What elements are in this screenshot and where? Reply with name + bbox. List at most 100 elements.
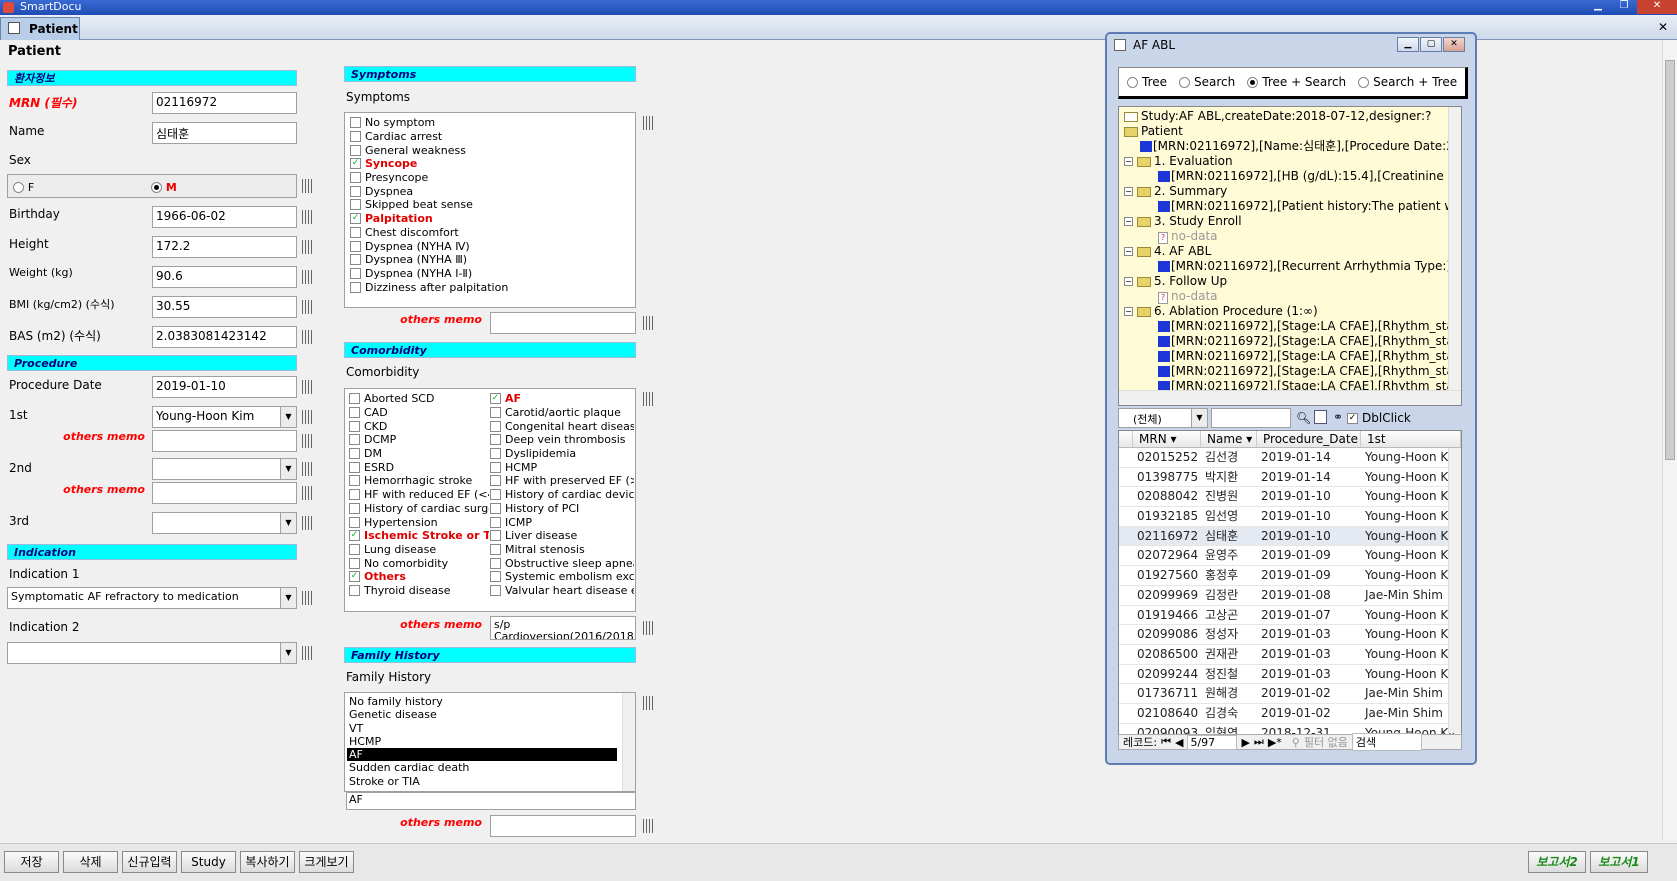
main-scrollbar[interactable] — [1662, 40, 1677, 840]
view-mode-radio[interactable] — [1179, 76, 1191, 88]
table-row[interactable]: 01932185 임선영 2019-01-10 Young-Hoon Kir — [1119, 507, 1461, 527]
family-history-listbox[interactable]: No family history Genetic disease VT HCMP AF… — [344, 692, 636, 792]
checkbox[interactable] — [490, 557, 501, 569]
checkbox-row[interactable]: Carotid/aortic plaque — [490, 406, 634, 420]
checkbox[interactable] — [490, 407, 501, 419]
af-maximize-button[interactable]: ▢ — [1420, 37, 1442, 52]
search-record-icon[interactable] — [1314, 410, 1327, 424]
checkbox[interactable] — [490, 502, 501, 514]
checkbox[interactable] — [350, 281, 361, 293]
view-mode-radio[interactable] — [1127, 76, 1138, 88]
checkbox-row[interactable]: Dyspnea — [350, 184, 630, 198]
family-history-scrollbar[interactable] — [622, 693, 635, 791]
checkbox[interactable] — [490, 530, 501, 542]
mrn-field[interactable]: 02116972 — [152, 92, 297, 114]
tree-node[interactable]: [MRN:02116972],[Recurrent Arrhythmia Typ… — [1122, 259, 1448, 274]
binoculars-icon[interactable]: ⚭ — [1333, 410, 1343, 424]
checkbox[interactable] — [490, 475, 501, 487]
row-selector[interactable] — [1119, 665, 1133, 684]
sex-grip-icon[interactable] — [302, 179, 314, 193]
checkbox-row[interactable]: CKD — [349, 419, 489, 433]
checkbox-row[interactable]: CAD — [349, 406, 489, 420]
row-selector[interactable] — [1119, 546, 1133, 565]
view-mode-option[interactable]: Tree — [1127, 75, 1167, 89]
checkbox-row[interactable]: ✓ Ischemic Stroke or TIA — [349, 529, 489, 543]
checkbox-row[interactable]: Dizziness after palpitation — [350, 280, 630, 294]
checkbox[interactable] — [350, 254, 361, 266]
report-button[interactable]: 보고서2 — [1528, 851, 1586, 873]
sex-m-radio[interactable] — [151, 182, 162, 193]
next-record-icon[interactable]: ▶ — [1241, 736, 1249, 749]
row-selector[interactable] — [1119, 507, 1133, 526]
af-minimize-button[interactable]: ▁ — [1397, 37, 1419, 52]
tree-toggle-icon[interactable]: − — [1124, 247, 1133, 256]
family-history-item[interactable]: AF — [347, 748, 617, 762]
checkbox[interactable]: ✓ — [490, 393, 501, 405]
view-mode-option[interactable]: Search — [1179, 75, 1235, 89]
view-mode-radio[interactable] — [1358, 76, 1370, 88]
minimize-button[interactable]: ▁ — [1585, 0, 1611, 14]
checkbox-row[interactable]: Systemic embolism exce — [490, 570, 634, 584]
table-row[interactable]: 02072964 윤영주 2019-01-09 Young-Hoon Kir — [1119, 546, 1461, 567]
tree-node[interactable]: − 1. Evaluation — [1122, 154, 1448, 169]
checkbox[interactable] — [350, 131, 361, 143]
third-operator-select[interactable]: ▼ — [152, 512, 297, 534]
checkbox-row[interactable]: Thyroid disease — [349, 584, 489, 598]
checkbox[interactable] — [490, 584, 501, 596]
checkbox[interactable] — [490, 434, 501, 446]
name-field[interactable]: 심태훈 — [152, 122, 297, 144]
procedure-date-grip-icon[interactable] — [302, 380, 314, 394]
table-row[interactable]: 02086500 권재관 2019-01-03 Young-Hoon Kir — [1119, 645, 1461, 665]
first-memo-grip-icon[interactable] — [302, 434, 314, 448]
view-mode-option[interactable]: Tree + Search — [1247, 75, 1346, 89]
checkbox[interactable] — [350, 185, 361, 197]
bottom-button[interactable]: 복사하기 — [240, 851, 295, 873]
table-row[interactable]: 02116972 심태훈 2019-01-10 Young-Hoon Kir — [1119, 526, 1461, 547]
dblclick-option[interactable]: ✓ DblClick — [1347, 411, 1411, 425]
chevron-down-icon[interactable]: ▼ — [1191, 409, 1207, 427]
procedure-date-field[interactable]: 2019-01-10 — [152, 376, 297, 398]
table-row[interactable]: 02108640 김경숙 2019-01-02 Jae-Min Shim — [1119, 704, 1461, 724]
family-history-item[interactable]: HCMP — [347, 735, 617, 748]
records-grid[interactable]: MRN ▾ Name ▾ Procedure_Date ▾ 1st 02015252 김… — [1118, 430, 1462, 750]
last-record-icon[interactable]: ⏭ — [1254, 735, 1264, 749]
checkbox-row[interactable]: ✓ AF — [490, 392, 634, 406]
row-selector[interactable] — [1119, 487, 1133, 506]
tree-node[interactable]: − 4. AF ABL — [1122, 244, 1448, 259]
checkbox-row[interactable]: History of PCI — [490, 502, 634, 516]
table-row[interactable]: 02088042 진병원 2019-01-10 Young-Hoon Kir — [1119, 487, 1461, 508]
scroll-thumb[interactable] — [1665, 60, 1675, 460]
indication1-select[interactable]: Symptomatic AF refractory to medication ▼ — [7, 587, 297, 609]
prev-record-icon[interactable]: ◀ — [1175, 736, 1183, 749]
bottom-button[interactable]: 삭제 — [63, 851, 118, 873]
bottom-button[interactable]: 저장 — [4, 851, 59, 873]
tree-node[interactable]: [MRN:02116972],[Name:심태훈],[Procedure Dat… — [1122, 139, 1448, 154]
checkbox-row[interactable]: Dyspnea (NYHA Ⅳ) — [350, 239, 630, 253]
symptoms-grip-icon[interactable] — [643, 116, 655, 130]
row-selector[interactable] — [1119, 527, 1133, 546]
tree-toggle-icon[interactable]: − — [1124, 277, 1133, 286]
checkbox[interactable] — [349, 461, 360, 473]
row-selector[interactable] — [1119, 625, 1133, 644]
row-selector[interactable] — [1119, 468, 1133, 487]
checkbox-row[interactable]: Chest discomfort — [350, 226, 630, 240]
bas-grip-icon[interactable] — [302, 330, 314, 344]
tree-node[interactable]: ? no-data — [1122, 289, 1448, 304]
checkbox[interactable]: ✓ — [350, 158, 361, 170]
checkbox-row[interactable]: Dyspnea (NYHA Ⅲ) — [350, 253, 630, 267]
tree-node[interactable]: Patient — [1122, 124, 1448, 139]
comorbidity-grip-icon[interactable] — [643, 392, 655, 406]
symptoms-others-memo-field[interactable] — [490, 312, 636, 334]
birthday-field[interactable]: 1966-06-02 — [152, 206, 297, 228]
checkbox-row[interactable]: HF with preserved EF (>5 — [490, 474, 634, 488]
search-icon[interactable]: 🔍︎ — [1296, 411, 1311, 425]
checkbox[interactable] — [490, 516, 501, 528]
report-button[interactable]: 보고서1 — [1590, 851, 1648, 873]
checkbox-row[interactable]: Cardiac arrest — [350, 130, 630, 144]
symptoms-memo-grip-icon[interactable] — [643, 316, 655, 330]
checkbox[interactable] — [349, 584, 360, 596]
checkbox-row[interactable]: History of cardiac device — [490, 488, 634, 502]
checkbox-row[interactable]: ICMP — [490, 515, 634, 529]
table-row[interactable]: 02099086 정성자 2019-01-03 Young-Hoon Kir — [1119, 625, 1461, 645]
sex-m-option[interactable]: M — [151, 180, 177, 194]
